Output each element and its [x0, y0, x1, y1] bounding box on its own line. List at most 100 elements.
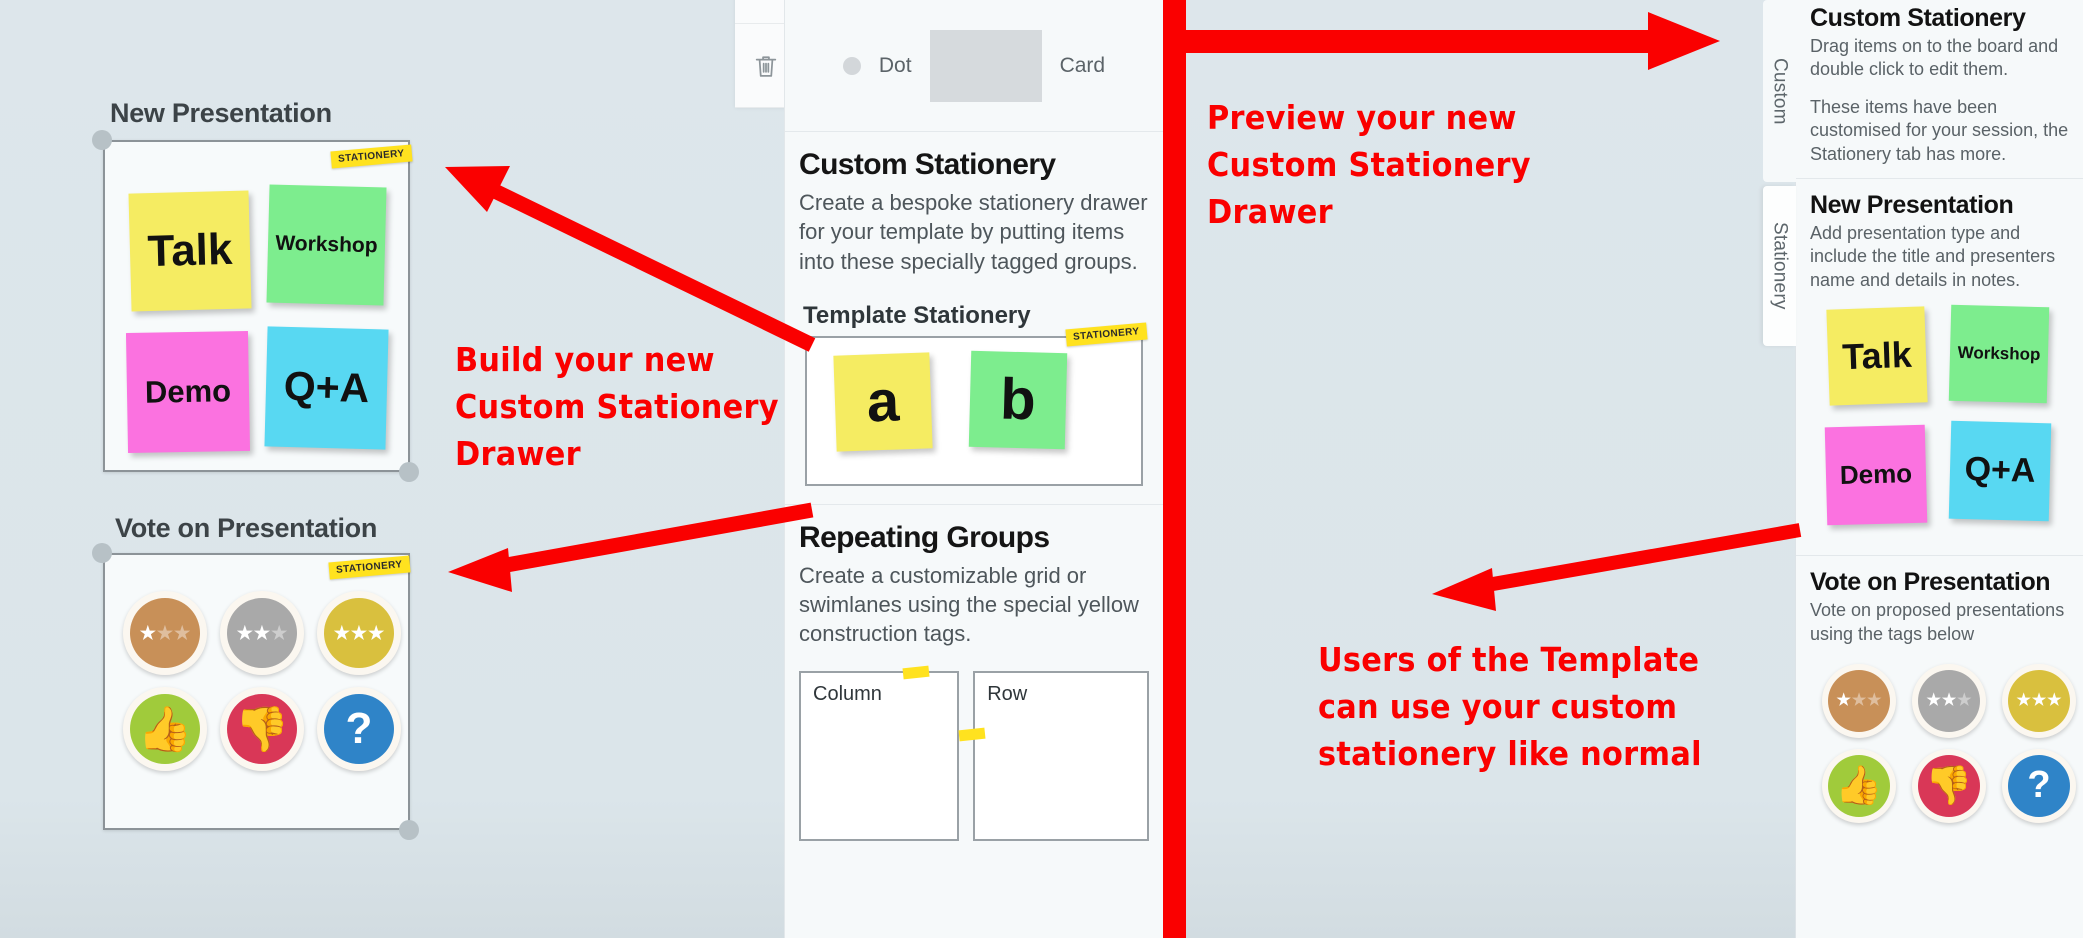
- tab-stationery[interactable]: Stationery: [1763, 186, 1796, 346]
- one-star-vote[interactable]: ★ ★ ★: [123, 591, 207, 675]
- one-star-vote[interactable]: ★ ★ ★: [1822, 663, 1896, 738]
- stationery-tag: STATIONERY: [330, 144, 413, 169]
- group-resize-handle-br[interactable]: [399, 820, 419, 840]
- box-label: Row: [987, 682, 1028, 705]
- thumbs-up-vote[interactable]: 👍: [123, 687, 207, 771]
- tab-label: Stationery: [1769, 222, 1791, 310]
- vote-inner: ★ ★ ★: [1828, 669, 1890, 732]
- box-label: Column: [813, 682, 882, 705]
- vote-inner: 👎: [1918, 754, 1980, 817]
- stationery-tag: STATIONERY: [328, 555, 411, 580]
- annotation-arrowhead-right: [1648, 12, 1720, 70]
- star-row: ★ ★ ★: [1836, 691, 1882, 709]
- thumbs-up-vote[interactable]: 👍: [1822, 748, 1896, 823]
- dot-label: Dot: [878, 53, 912, 77]
- construction-tag: [958, 727, 986, 741]
- sticky-talk[interactable]: Talk: [128, 190, 252, 312]
- three-star-vote[interactable]: ★ ★ ★: [2002, 663, 2076, 738]
- stationery-sidebar[interactable]: Custom Stationery Custom Stationery Drag…: [1763, 0, 2083, 938]
- column-box[interactable]: Column: [799, 665, 960, 841]
- sticky-label: a: [865, 367, 901, 434]
- section-paragraph: Add presentation type and include the ti…: [1810, 222, 2056, 290]
- section-body: Create a customizable grid or swimlanes …: [799, 562, 1139, 647]
- panel-divider: [785, 503, 1163, 505]
- star-icon: ★: [253, 623, 271, 643]
- sticky-b[interactable]: b: [968, 350, 1068, 449]
- vote-inner: 👎: [227, 694, 297, 764]
- annotation-line-3: [1468, 523, 1802, 595]
- sticky-demo[interactable]: Demo: [1824, 424, 1928, 526]
- card-swatch-icon[interactable]: [929, 29, 1042, 102]
- repeating-group-boxes: Column Row: [799, 665, 1149, 841]
- thumbs-down-vote[interactable]: 👎: [220, 687, 304, 771]
- sticky-qa[interactable]: Q+A: [264, 326, 389, 450]
- dot-card-row[interactable]: Dot Card: [785, 0, 1163, 132]
- section-custom-stationery: Custom Stationery Create a bespoke stati…: [785, 148, 1163, 486]
- sticky-label: Workshop: [1957, 343, 2041, 365]
- vote-inner: ?: [324, 694, 394, 764]
- section-repeating-groups: Repeating Groups Create a customizable g…: [785, 521, 1163, 841]
- vote-chip-grid: ★ ★ ★ ★ ★ ★ ★ ★ ★ 👍 👎?: [1810, 663, 2076, 834]
- annotation-vertical-bar: [1163, 0, 1186, 938]
- star-icon: ★: [333, 623, 350, 643]
- group-vote-on-presentation[interactable]: STATIONERY ★ ★ ★ ★ ★ ★ ★ ★ ★ 👍 👎?: [103, 553, 411, 830]
- annotation-horizontal-shaft: [1163, 30, 1658, 53]
- sticky-workshop[interactable]: Workshop: [1948, 304, 2050, 404]
- star-icon: ★: [2047, 691, 2062, 709]
- sticky-demo[interactable]: Demo: [125, 330, 251, 454]
- tab-label: Custom: [1769, 57, 1791, 125]
- template-stationery-group[interactable]: STATIONERY a b: [805, 322, 1148, 486]
- question-vote[interactable]: ?: [2002, 748, 2076, 823]
- vote-inner: ?: [2008, 754, 2070, 817]
- sidebar-section-vote-on-presentation: Vote on Presentation Vote on proposed pr…: [1796, 556, 2083, 846]
- annotation-build-drawer: Build your new Custom Stationery Drawer: [455, 340, 779, 473]
- sidebar-tabstrip[interactable]: Custom Stationery: [1763, 0, 1796, 938]
- question-vote[interactable]: ?: [317, 687, 401, 771]
- star-icon: ★: [1867, 691, 1882, 709]
- star-row: ★ ★ ★: [1926, 691, 1971, 709]
- star-icon: ★: [139, 623, 156, 643]
- screenshot-root: New Presentation STATIONERY Talk Worksho…: [0, 0, 2083, 938]
- three-star-vote[interactable]: ★ ★ ★: [317, 591, 401, 675]
- annotation-arrowhead-3: [1432, 568, 1496, 611]
- group-new-presentation[interactable]: STATIONERY Talk Workshop Demo Q+A: [103, 140, 413, 472]
- section-heading: Custom Stationery: [1810, 4, 2026, 32]
- sticky-label: Talk: [1841, 334, 1913, 378]
- dot-swatch-icon[interactable]: [842, 56, 861, 75]
- group-resize-handle-tl[interactable]: [92, 130, 112, 150]
- sticky-qa[interactable]: Q+A: [1948, 420, 2052, 522]
- sticky-label: Demo: [1839, 458, 1913, 491]
- star-row: ★ ★ ★: [140, 624, 190, 642]
- thumbs-down-vote[interactable]: 👎: [1912, 748, 1986, 823]
- annotation-line-2: [488, 502, 814, 576]
- annotation-users-template: Users of the Template can use your custo…: [1318, 640, 1702, 773]
- section-paragraph: Drag items on to the board and double cl…: [1810, 36, 2059, 80]
- star-icon: ★: [368, 623, 385, 643]
- row-box[interactable]: Row: [958, 670, 1149, 841]
- sticky-a[interactable]: a: [833, 352, 933, 452]
- star-icon: ★: [174, 623, 191, 643]
- sticky-label: Q+A: [283, 363, 370, 412]
- vote-inner: ★ ★ ★: [130, 598, 200, 668]
- section-heading: Custom Stationery: [799, 148, 1056, 181]
- tab-custom[interactable]: Custom: [1763, 0, 1796, 182]
- star-icon: ★: [236, 623, 253, 643]
- annotation-arrowhead-2: [448, 548, 512, 592]
- sticky-workshop[interactable]: Workshop: [266, 184, 387, 306]
- two-star-vote[interactable]: ★ ★ ★: [220, 591, 304, 675]
- vote-inner: ★ ★ ★: [1918, 669, 1980, 732]
- section-paragraph: Vote on proposed presentations using the…: [1810, 600, 2065, 644]
- group-resize-handle-br[interactable]: [399, 462, 419, 482]
- subsection-heading: Template Stationery: [803, 301, 1031, 329]
- stationery-help-panel[interactable]: Dot Card Custom Stationery Create a besp…: [784, 0, 1164, 938]
- two-star-vote[interactable]: ★ ★ ★: [1912, 663, 1986, 738]
- group-resize-handle-tl[interactable]: [92, 543, 112, 563]
- trash-icon: [755, 55, 776, 77]
- sticky-label: Q+A: [1964, 450, 2036, 491]
- construction-tag: [902, 665, 930, 679]
- star-icon: ★: [1941, 691, 1957, 709]
- vote-inner: ★ ★ ★: [324, 598, 394, 668]
- vote-inner: 👍: [1828, 754, 1890, 817]
- sticky-talk[interactable]: Talk: [1826, 306, 1928, 406]
- star-row: ★ ★ ★: [334, 624, 384, 642]
